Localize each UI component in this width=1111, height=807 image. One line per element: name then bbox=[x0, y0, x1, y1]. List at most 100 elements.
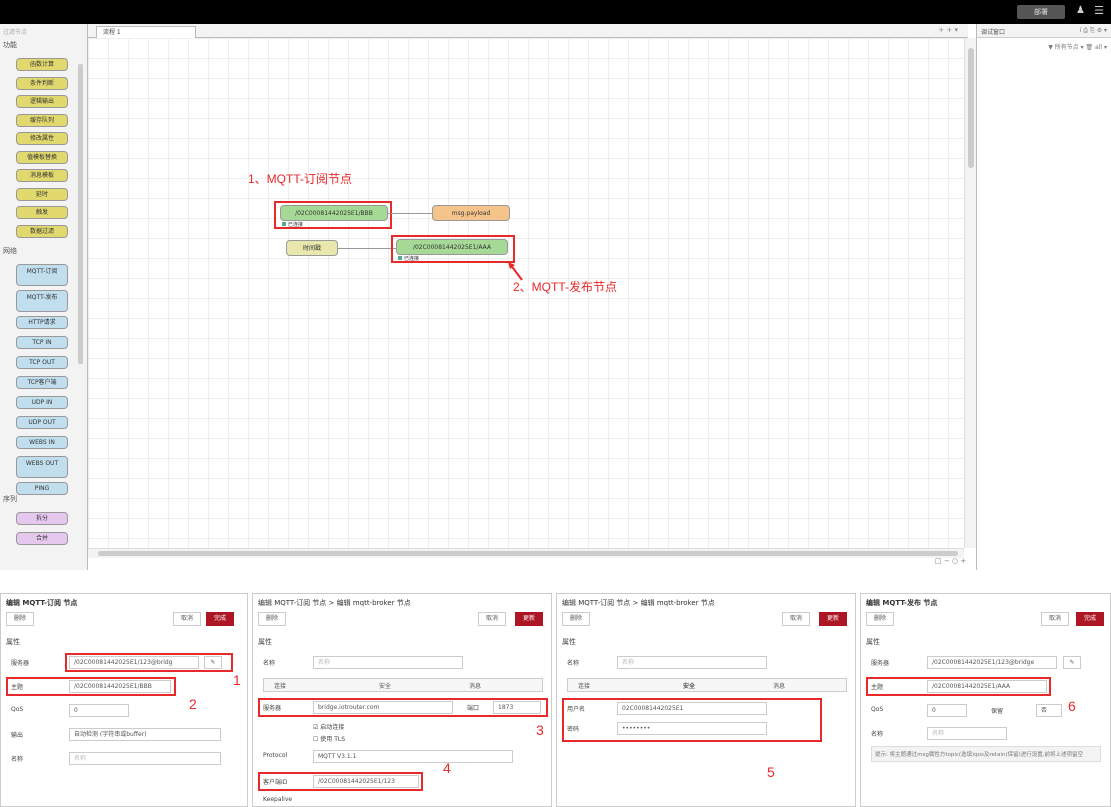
cancel-button[interactable]: 取消 bbox=[1041, 612, 1069, 626]
delete-button[interactable]: 删除 bbox=[866, 612, 894, 626]
qos-label: QoS bbox=[11, 706, 24, 713]
palette-node[interactable]: PING bbox=[16, 482, 68, 495]
tip-note: 提示: 将主题通过msg属性方topic(选填)qos及retain(保留)进行… bbox=[871, 746, 1101, 762]
edit-server-icon[interactable]: ✎ bbox=[1063, 656, 1081, 669]
server-select[interactable]: /02C00081442025E1/123@bridge bbox=[927, 656, 1057, 669]
flow-node-debug[interactable]: msg.payload bbox=[432, 205, 510, 221]
tab-connection[interactable]: 连接 bbox=[274, 681, 286, 690]
palette-scrollbar[interactable] bbox=[78, 64, 83, 364]
workspace-vertical-scrollbar[interactable] bbox=[964, 38, 976, 548]
palette-node[interactable]: MQTT-订阅 bbox=[16, 264, 68, 286]
user-icon[interactable]: ♟ bbox=[1076, 5, 1085, 16]
annotation-mqtt-pub: 2、MQTT-发布节点 bbox=[513, 280, 617, 294]
auto-connect-checkbox[interactable]: ☑ 启动连接 bbox=[313, 722, 344, 731]
password-input[interactable]: •••••••• bbox=[617, 722, 767, 735]
keepalive-label: Keepalive bbox=[263, 796, 293, 803]
tab-messages[interactable]: 消息 bbox=[773, 681, 785, 690]
flow-node-mqtt-pub[interactable]: /02C00081442025E1/AAA bbox=[396, 239, 508, 255]
node-status: 已连接 bbox=[398, 255, 419, 262]
palette-node[interactable]: 延时 bbox=[16, 187, 68, 201]
tab-messages[interactable]: 消息 bbox=[469, 681, 481, 690]
flow-workspace[interactable]: 1、MQTT-订阅节点 /02C00081442025E1/BBB 已连接 ms… bbox=[88, 38, 964, 548]
palette-node[interactable]: UDP IN bbox=[16, 396, 68, 409]
palette-node[interactable]: 条件判断 bbox=[16, 76, 68, 90]
palette-node[interactable]: 触发 bbox=[16, 206, 68, 219]
palette-node[interactable]: TCP OUT bbox=[16, 356, 68, 369]
palette-node[interactable]: 逻辑输出 bbox=[16, 95, 68, 108]
annotation-number: 2 bbox=[189, 696, 197, 712]
palette-node[interactable]: 拆分 bbox=[16, 512, 68, 525]
name-input[interactable]: 名称 bbox=[617, 656, 767, 669]
palette-node[interactable]: 合并 bbox=[16, 532, 68, 545]
scroll-thumb[interactable] bbox=[98, 551, 958, 556]
palette-category-network[interactable]: 网络 bbox=[3, 246, 17, 256]
properties-header: 属性 bbox=[866, 638, 880, 646]
sidebar-tabs[interactable]: i ⎙ ⎘ ⚙ ▾ bbox=[1080, 27, 1107, 35]
done-button[interactable]: 完成 bbox=[1076, 612, 1104, 626]
tab-security[interactable]: 安全 bbox=[379, 681, 391, 690]
delete-button[interactable]: 删除 bbox=[258, 612, 286, 626]
protocol-select[interactable]: MQTT V3.1.1 bbox=[313, 750, 513, 763]
palette-node[interactable]: 消息模板 bbox=[16, 169, 68, 182]
topic-input[interactable]: /02C00081442025E1/BBB bbox=[69, 680, 171, 693]
flow-node-mqtt-sub[interactable]: /02C00081442025E1/BBB bbox=[280, 205, 388, 221]
palette-node[interactable]: HTTP请求 bbox=[16, 316, 68, 329]
topic-input[interactable]: /02C00081442025E1/AAA bbox=[927, 680, 1047, 693]
workspace-tabbar: 流程 1 + + ▾ bbox=[88, 24, 968, 38]
panel-title: 编辑 MQTT-订阅 节点 > 编辑 mqtt-broker 节点 bbox=[562, 599, 715, 607]
sidebar-title[interactable]: 调试窗口 bbox=[981, 29, 1005, 36]
palette-node[interactable]: TCP客户端 bbox=[16, 376, 68, 389]
cancel-button[interactable]: 取消 bbox=[782, 612, 810, 626]
debug-filter[interactable]: ▼ 所有节点 ▾ 🗑 all ▾ bbox=[1048, 42, 1107, 51]
palette-node[interactable]: TCP IN bbox=[16, 336, 68, 349]
zoom-controls[interactable]: □ − ○ + bbox=[935, 557, 966, 565]
palette-node[interactable]: 数据过滤 bbox=[16, 224, 68, 238]
client-id-input[interactable]: /02C00081442025E1/123 bbox=[313, 775, 419, 788]
wire[interactable] bbox=[338, 248, 396, 249]
edit-panel-mqtt-sub: 编辑 MQTT-订阅 节点 删除 取消 完成 属性 服务器 /02C000814… bbox=[0, 593, 248, 807]
name-input[interactable]: 名称 bbox=[313, 656, 463, 669]
deploy-button[interactable]: 部署 bbox=[1017, 5, 1065, 19]
cancel-button[interactable]: 取消 bbox=[173, 612, 201, 626]
wire[interactable] bbox=[388, 213, 432, 214]
palette-node[interactable]: 函数计算 bbox=[16, 58, 68, 71]
qos-select[interactable]: 0 bbox=[927, 704, 967, 717]
scroll-thumb[interactable] bbox=[968, 48, 974, 168]
update-button[interactable]: 更新 bbox=[515, 612, 543, 626]
palette-node[interactable]: UDP OUT bbox=[16, 416, 68, 429]
workspace-horizontal-scrollbar[interactable] bbox=[88, 548, 964, 558]
palette-node[interactable]: 值模板替换 bbox=[16, 150, 68, 164]
flow-node-inject[interactable]: 时间戳 bbox=[286, 240, 338, 256]
cancel-button[interactable]: 取消 bbox=[478, 612, 506, 626]
tab-flow-1[interactable]: 流程 1 bbox=[96, 26, 196, 38]
panel-title: 编辑 MQTT-订阅 节点 > 编辑 mqtt-broker 节点 bbox=[258, 599, 411, 607]
username-input[interactable]: 02C00081442025E1 bbox=[617, 702, 767, 715]
update-button[interactable]: 更新 bbox=[819, 612, 847, 626]
server-select[interactable]: /02C00081442025E1/123@bridg bbox=[69, 656, 199, 669]
delete-button[interactable]: 删除 bbox=[562, 612, 590, 626]
name-label: 名称 bbox=[567, 660, 580, 667]
port-input[interactable]: 1873 bbox=[493, 701, 541, 714]
retain-select[interactable]: 否 bbox=[1036, 704, 1062, 717]
edit-server-icon[interactable]: ✎ bbox=[204, 656, 222, 669]
server-input[interactable]: bridge.iotrouter.com bbox=[313, 701, 453, 714]
palette-category-function[interactable]: 功能 bbox=[3, 40, 17, 50]
output-select[interactable]: 自动检测 (字符串或buffer) bbox=[69, 728, 221, 741]
tab-security[interactable]: 安全 bbox=[683, 681, 695, 690]
tab-connection[interactable]: 连接 bbox=[578, 681, 590, 690]
menu-icon[interactable]: ☰ bbox=[1094, 4, 1104, 17]
qos-select[interactable]: 0 bbox=[69, 704, 129, 717]
palette-node[interactable]: WEBS IN bbox=[16, 436, 68, 449]
palette-node[interactable]: 修改属性 bbox=[16, 132, 68, 145]
palette-node[interactable]: WEBS OUT bbox=[16, 456, 68, 478]
delete-button[interactable]: 删除 bbox=[6, 612, 34, 626]
palette-category-sequence[interactable]: 序列 bbox=[3, 494, 17, 504]
done-button[interactable]: 完成 bbox=[206, 612, 234, 626]
use-tls-checkbox[interactable]: ☐ 使用 TLS bbox=[313, 734, 345, 743]
tab-tools[interactable]: + + ▾ bbox=[938, 26, 958, 34]
palette-search-input[interactable]: 过滤节点 bbox=[3, 27, 83, 37]
palette-node[interactable]: MQTT-发布 bbox=[16, 290, 68, 312]
name-input[interactable]: 名称 bbox=[927, 727, 1007, 740]
palette-node[interactable]: 缓存队列 bbox=[16, 113, 68, 127]
name-input[interactable]: 名称 bbox=[69, 752, 221, 765]
